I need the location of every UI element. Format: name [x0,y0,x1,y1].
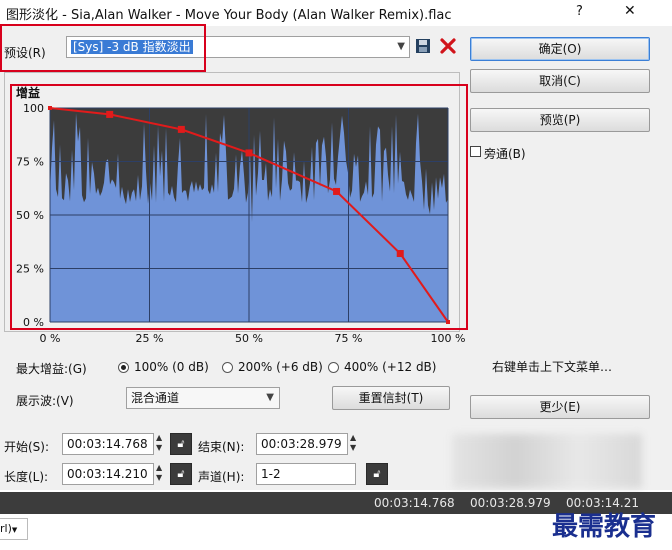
x-tick-label-4: 100 % [431,332,466,345]
length-label: 长度(L): [4,470,49,484]
start-lock-icon[interactable]: 🔓︎ [170,433,192,455]
context-menu-hint: 右键单击上下文菜单… [492,360,613,374]
max-gain-radio-400[interactable] [328,362,339,373]
display-wave-select[interactable]: 混合通道 ▼ [126,387,280,409]
display-wave-label: 展示波:(V) [16,394,74,408]
channel-field[interactable]: 1-2 [256,463,356,485]
max-gain-radio-200[interactable] [222,362,233,373]
chevron-down-icon: ▼ [11,526,18,534]
length-lock-icon[interactable]: 🔓︎ [170,463,192,485]
length-field[interactable]: 00:03:14.210 [62,463,154,485]
x-tick-label-2: 50 % [235,332,263,345]
less-button[interactable]: 更少(E) [470,395,650,419]
max-gain-option-100: 100% (0 dB) [134,360,209,374]
chevron-down-icon: ▼ [266,392,274,403]
start-spinner[interactable]: ▲ ▼ [156,433,164,453]
reset-envelope-button[interactable]: 重置信封(T) [332,386,450,410]
blurred-region [452,434,642,488]
graph-highlight [10,84,468,330]
channel-lock-icon[interactable]: 🔓︎ [366,463,388,485]
max-gain-label: 最大增益:(G) [16,362,87,376]
display-wave-value: 混合通道 [131,391,180,405]
length-spinner[interactable]: ▲ ▼ [156,463,164,483]
x-tick-label-0: 0 % [40,332,61,345]
max-gain-option-400: 400% (+12 dB) [344,360,437,374]
start-field[interactable]: 00:03:14.768 [62,433,154,455]
max-gain-radio-100[interactable] [118,362,129,373]
status-end: 00:03:28.979 [470,496,551,510]
channel-label: 声道(H): [198,470,245,484]
end-label: 结束(N): [198,440,245,454]
end-field[interactable]: 00:03:28.979 [256,433,348,455]
bottom-dropdown-label: rl) [0,522,12,535]
x-tick-label-3: 75 % [335,332,363,345]
start-label: 开始(S): [4,440,50,454]
bottom-dropdown[interactable]: rl)▼ [0,518,28,540]
status-start: 00:03:14.768 [374,496,455,510]
x-tick-label-1: 25 % [136,332,164,345]
end-spinner[interactable]: ▲ ▼ [350,433,358,453]
watermark: 最需教育 [552,512,657,542]
max-gain-option-200: 200% (+6 dB) [238,360,323,374]
